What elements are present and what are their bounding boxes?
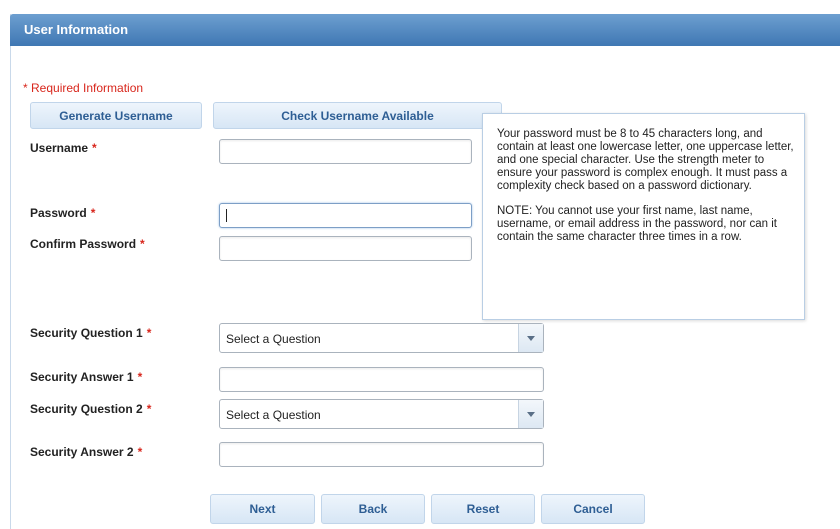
generate-username-button[interactable]: Generate Username: [30, 102, 202, 129]
chevron-down-icon: [527, 411, 535, 417]
security-answer-2-label: Security Answer 2 *: [30, 445, 142, 459]
username-label: Username *: [30, 141, 97, 155]
dropdown-button[interactable]: [518, 324, 543, 352]
tooltip-paragraph-rules: Your password must be 8 to 45 characters…: [497, 128, 794, 192]
back-label: Back: [358, 502, 388, 516]
security-answer-2-label-text: Security Answer 2: [30, 445, 134, 459]
security-answer-1-label-text: Security Answer 1: [30, 370, 134, 384]
password-rules-tooltip: Your password must be 8 to 45 characters…: [482, 113, 805, 320]
required-marker: *: [146, 402, 152, 416]
password-input[interactable]: [219, 203, 472, 228]
security-question-2-label-text: Security Question 2: [30, 402, 143, 416]
security-answer-2-input[interactable]: [219, 442, 544, 467]
required-marker: *: [140, 237, 145, 251]
confirm-password-input[interactable]: [219, 236, 472, 261]
cancel-label: Cancel: [573, 502, 613, 516]
required-marker: *: [137, 370, 143, 384]
confirm-password-label: Confirm Password *: [30, 237, 145, 251]
security-answer-1-input[interactable]: [219, 367, 544, 392]
panel-header: User Information: [10, 14, 840, 46]
check-username-label: Check Username Available: [281, 108, 434, 123]
panel-title: User Information: [24, 22, 129, 37]
reset-button[interactable]: Reset: [431, 494, 535, 524]
security-question-1-select[interactable]: Select a Question: [219, 323, 544, 353]
cancel-button[interactable]: Cancel: [541, 494, 645, 524]
security-answer-1-label: Security Answer 1 *: [30, 370, 142, 384]
required-info-note: * Required Information: [23, 81, 144, 95]
check-username-button[interactable]: Check Username Available: [213, 102, 502, 129]
confirm-password-label-text: Confirm Password: [30, 237, 137, 251]
security-question-1-selected: Select a Question: [226, 332, 321, 346]
text-caret: [226, 209, 227, 222]
dropdown-button[interactable]: [518, 400, 543, 428]
username-input[interactable]: [219, 139, 472, 164]
generate-username-label: Generate Username: [59, 108, 173, 123]
next-button[interactable]: Next: [210, 494, 315, 524]
security-question-2-select[interactable]: Select a Question: [219, 399, 544, 429]
chevron-down-icon: [527, 335, 535, 341]
required-marker: *: [137, 445, 143, 459]
security-question-2-label: Security Question 2 *: [30, 402, 151, 416]
required-marker: *: [92, 141, 97, 155]
reset-label: Reset: [466, 502, 500, 516]
back-button[interactable]: Back: [321, 494, 425, 524]
security-question-2-selected: Select a Question: [226, 408, 321, 422]
next-label: Next: [249, 502, 276, 516]
tooltip-paragraph-note: NOTE: You cannot use your first name, la…: [497, 205, 777, 243]
password-label: Password *: [30, 206, 95, 220]
password-label-text: Password: [30, 206, 87, 220]
required-marker: *: [146, 326, 152, 340]
required-marker: *: [90, 206, 96, 220]
security-question-1-label: Security Question 1 *: [30, 326, 151, 340]
security-question-1-label-text: Security Question 1: [30, 326, 143, 340]
username-label-text: Username: [30, 141, 89, 155]
